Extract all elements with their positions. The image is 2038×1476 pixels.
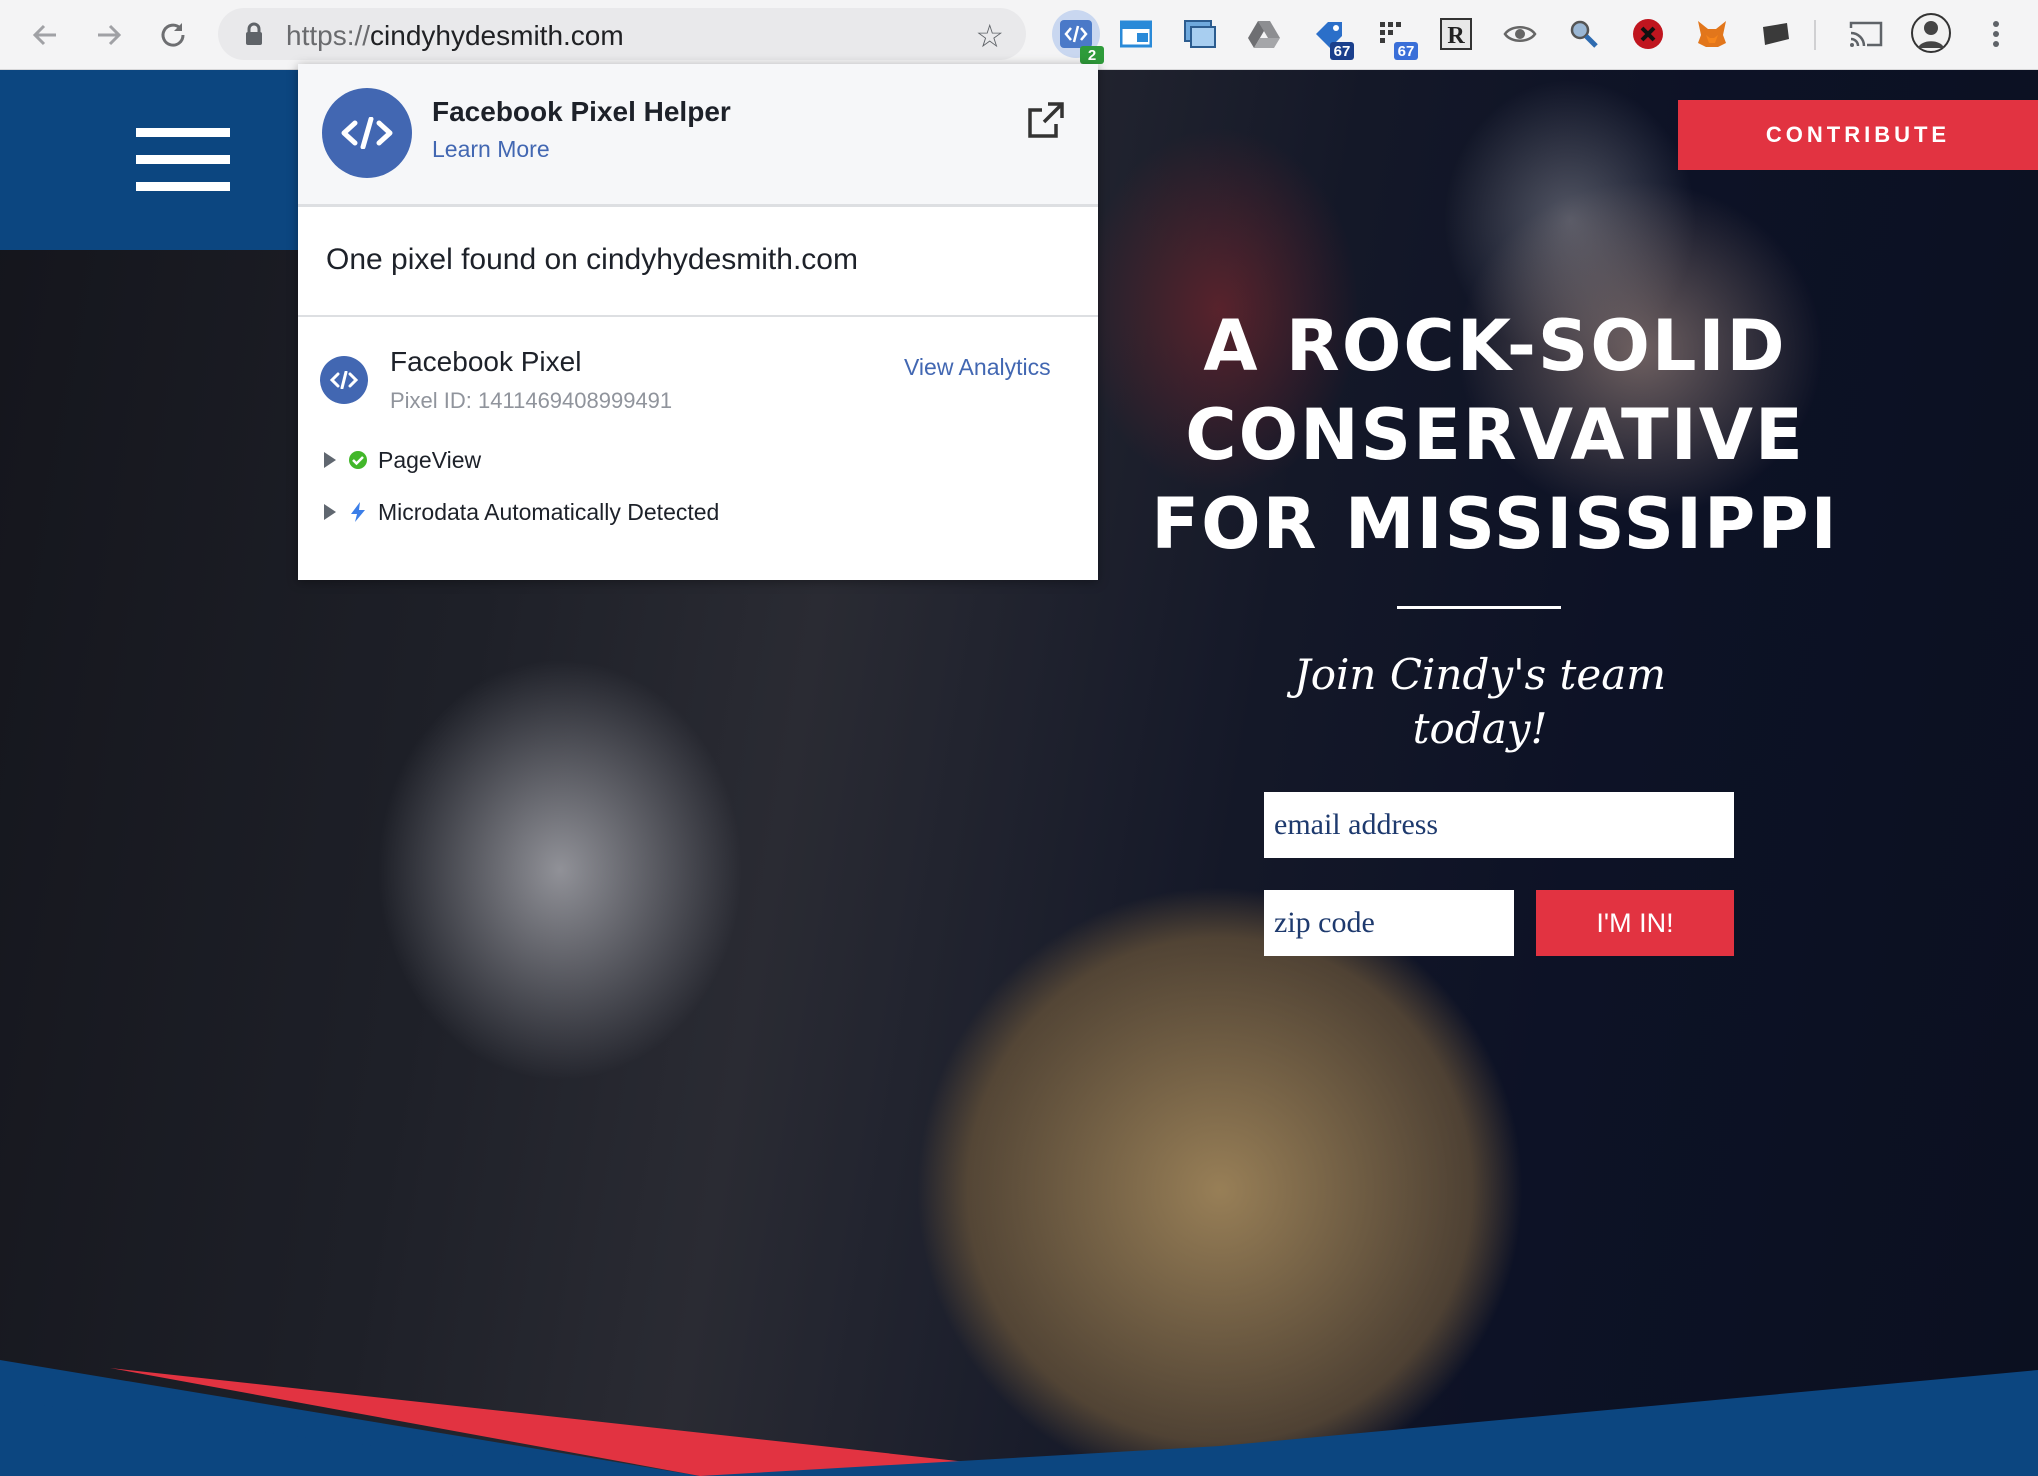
expand-triangle-icon xyxy=(324,504,336,520)
decorative-chevrons xyxy=(0,1360,2038,1476)
popup-header: Facebook Pixel Helper Learn More xyxy=(298,64,1098,207)
address-bar[interactable]: https://cindyhydesmith.com ☆ xyxy=(218,8,1026,60)
tagline-line: today! xyxy=(1412,704,1548,753)
drive-icon xyxy=(1248,21,1280,48)
menu-button[interactable] xyxy=(1976,14,2016,54)
submit-button[interactable]: I'M IN! xyxy=(1536,890,1734,956)
headline-line: CONSERVATIVE xyxy=(1185,394,1805,476)
screenshot-extension[interactable] xyxy=(1180,14,1220,54)
zip-placeholder: zip code xyxy=(1274,906,1375,939)
signup-tagline: Join Cindy's team today! xyxy=(1240,648,1720,756)
event-row-pageview[interactable]: PageView xyxy=(324,444,481,476)
fox-icon xyxy=(1698,21,1726,47)
summary-text: One pixel found on cindyhydesmith.com xyxy=(326,243,858,276)
pixel-helper-badge: 2 xyxy=(1080,46,1104,64)
bookmark-star-icon[interactable]: ☆ xyxy=(975,17,1004,55)
forward-button[interactable] xyxy=(88,14,130,56)
grid-extension[interactable]: 67 xyxy=(1374,14,1418,60)
drive-extension[interactable] xyxy=(1244,14,1284,54)
reload-icon xyxy=(161,23,185,47)
email-placeholder: email address xyxy=(1274,808,1439,841)
fox-extension[interactable] xyxy=(1692,14,1732,54)
url-protocol: https:// xyxy=(286,20,371,51)
blocker-icon xyxy=(1633,19,1663,49)
open-external-icon[interactable] xyxy=(1026,100,1066,140)
pixel-icon xyxy=(320,356,368,404)
note-extension[interactable] xyxy=(1756,14,1796,54)
pixel-helper-logo-icon xyxy=(322,88,412,178)
tag-extension[interactable]: 67 xyxy=(1310,14,1354,60)
code-brackets-icon xyxy=(1060,20,1092,48)
toolbar-separator xyxy=(1814,20,1816,50)
more-vert-icon xyxy=(1993,21,1999,47)
tagline-line: Join Cindy's team xyxy=(1293,650,1667,699)
pixel-helper-popup: Facebook Pixel Helper Learn More One pix… xyxy=(298,64,1098,580)
event-label: PageView xyxy=(378,446,482,473)
eye-extension[interactable] xyxy=(1500,14,1540,54)
headline-line: A ROCK-SOLID xyxy=(1203,305,1787,387)
learn-more-link[interactable]: Learn More xyxy=(432,136,550,163)
hamburger-menu-icon[interactable] xyxy=(136,128,230,192)
avatar-icon xyxy=(1911,13,1951,53)
lock-icon xyxy=(246,22,262,45)
eye-icon xyxy=(1503,26,1537,42)
profile-avatar[interactable] xyxy=(1910,12,1952,54)
r-extension[interactable]: R xyxy=(1436,14,1476,54)
forward-arrow-icon xyxy=(98,24,122,46)
pixel-helper-extension[interactable]: 2 xyxy=(1052,10,1104,64)
check-circle-icon xyxy=(349,451,367,469)
reload-button[interactable] xyxy=(152,14,194,56)
browser-toolbar: https://cindyhydesmith.com ☆ 2 67 67 R xyxy=(0,0,2038,70)
hero-headline: A ROCK-SOLID CONSERVATIVE FOR MISSISSIPP… xyxy=(1150,302,1840,569)
expand-triangle-icon xyxy=(324,452,336,468)
event-row-microdata[interactable]: Microdata Automatically Detected xyxy=(324,496,719,528)
event-label: Microdata Automatically Detected xyxy=(378,498,720,525)
cast-button[interactable] xyxy=(1846,14,1886,54)
back-arrow-icon xyxy=(32,24,56,46)
url-host: cindyhydesmith.com xyxy=(370,20,624,51)
view-analytics-link[interactable]: View Analytics xyxy=(904,354,1051,381)
magnifier-extension[interactable] xyxy=(1564,14,1604,54)
lightning-icon xyxy=(351,502,365,522)
email-field[interactable]: email address xyxy=(1264,792,1734,858)
url-text: https://cindyhydesmith.com xyxy=(286,20,624,52)
headline-line: FOR MISSISSIPPI xyxy=(1151,483,1839,565)
grid-badge: 67 xyxy=(1394,42,1418,60)
headline-divider xyxy=(1397,606,1561,609)
pixel-name: Facebook Pixel xyxy=(390,346,582,377)
svg-text:R: R xyxy=(1447,23,1465,49)
tag-badge: 67 xyxy=(1330,42,1354,60)
r-letter-icon: R xyxy=(1440,18,1472,50)
cast-icon xyxy=(1849,21,1883,47)
popup-title: Facebook Pixel Helper xyxy=(432,96,731,127)
blocker-extension[interactable] xyxy=(1628,14,1668,54)
pixel-summary: One pixel found on cindyhydesmith.com xyxy=(298,207,1098,317)
magnifier-icon xyxy=(1570,20,1598,48)
window-icon xyxy=(1120,20,1152,48)
window-extension[interactable] xyxy=(1116,14,1156,54)
screenshot-icon xyxy=(1184,20,1216,48)
back-button[interactable] xyxy=(24,14,66,56)
note-icon xyxy=(1763,23,1789,45)
pixel-id: Pixel ID: 1411469408999491 xyxy=(390,388,673,413)
zip-field[interactable]: zip code xyxy=(1264,890,1514,956)
contribute-button[interactable]: CONTRIBUTE xyxy=(1678,100,2038,170)
header-nav-block xyxy=(0,70,300,250)
